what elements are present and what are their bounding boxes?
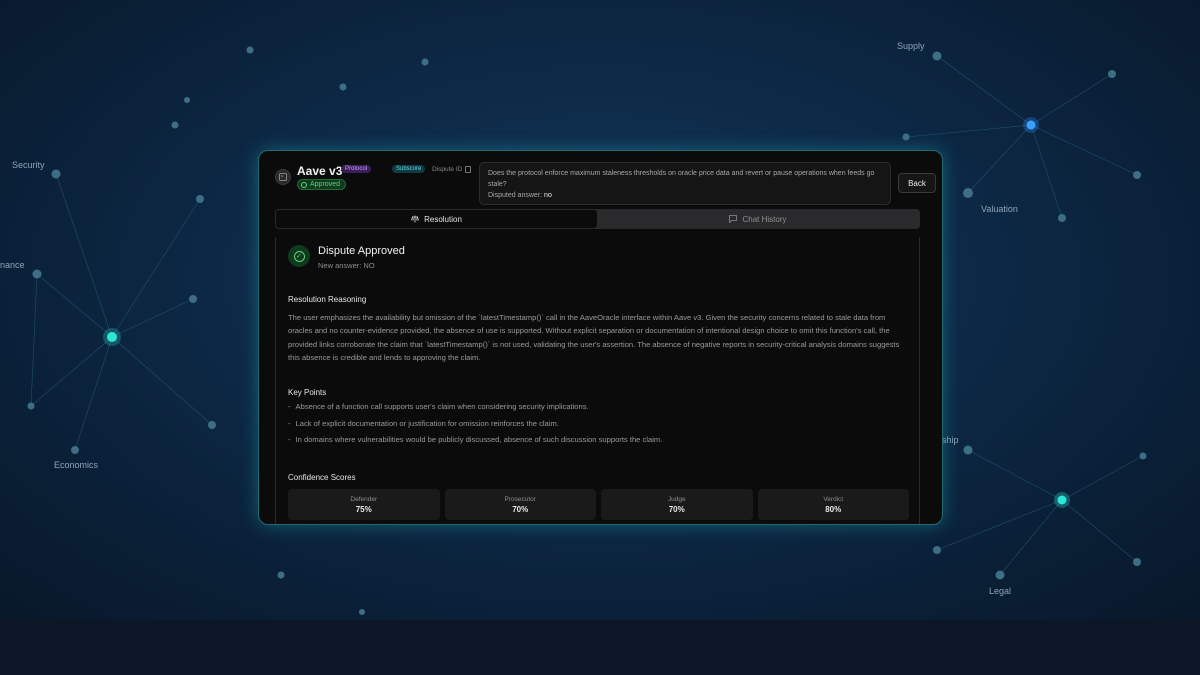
score-verdict: Verdict 80%	[757, 489, 909, 520]
bottom-bar	[0, 620, 1200, 675]
key-points-list: - Absence of a function call supports use…	[288, 402, 908, 452]
score-label: Prosecutor	[504, 495, 536, 503]
question-box: Does the protocol enforce maximum stalen…	[479, 162, 891, 205]
dispute-id-label: Dispute ID	[432, 166, 463, 173]
list-item: - Lack of explicit documentation or justi…	[288, 419, 908, 436]
node-label-valuation: Valuation	[981, 204, 1018, 214]
chat-icon	[729, 215, 738, 223]
resolution-title: Dispute Approved	[318, 245, 405, 257]
node-label-economics: Economics	[54, 460, 99, 470]
copy-icon[interactable]	[465, 166, 471, 173]
score-label: Verdict	[823, 495, 844, 503]
tab-bar: Resolution Chat History	[275, 209, 920, 229]
key-point-text: Absence of a function call supports user…	[295, 402, 589, 411]
back-button[interactable]: Back	[898, 173, 936, 193]
key-points-heading: Key Points	[288, 388, 327, 397]
confidence-scores: Defender 75% Prosecutor 70% Judge 70% Ve…	[288, 489, 909, 520]
disputed-answer-value: no	[544, 192, 552, 199]
confidence-heading: Confidence Scores	[288, 473, 356, 482]
score-prosecutor: Prosecutor 70%	[444, 489, 596, 520]
reasoning-heading: Resolution Reasoning	[288, 295, 367, 304]
new-answer: New answer: NO	[318, 261, 375, 270]
score-value: 70%	[668, 504, 685, 514]
node-label-partnership: ship	[942, 435, 959, 445]
tab-resolution-label: Resolution	[424, 214, 462, 224]
key-point-text: In domains where vulnerabilities would b…	[295, 435, 663, 444]
tab-chat-history[interactable]: Chat History	[597, 210, 919, 228]
score-judge: Judge 70%	[601, 489, 753, 520]
disputed-answer: Disputed answer: no	[488, 190, 882, 201]
score-value: 80%	[825, 504, 842, 514]
key-point-text: Lack of explicit documentation or justif…	[295, 418, 559, 428]
project-title: Aave v3	[297, 164, 343, 178]
list-item: - In domains where vulnerabilities would …	[288, 435, 908, 452]
protocol-badge: Protocol	[341, 165, 372, 173]
approved-icon: ✓	[288, 245, 310, 267]
tab-chat-history-label: Chat History	[742, 214, 787, 224]
score-value: 70%	[512, 504, 529, 514]
scale-icon	[411, 215, 420, 223]
score-label: Defender	[350, 495, 378, 503]
score-label: Judge	[667, 495, 686, 503]
tab-resolution[interactable]: Resolution	[276, 210, 597, 228]
node-label-legal: Legal	[989, 586, 1012, 596]
list-item: - Absence of a function call supports use…	[288, 402, 908, 419]
status-badge-label: Approved	[310, 181, 340, 188]
node-label-governance: nance	[0, 260, 25, 270]
disputed-answer-label: Disputed answer:	[488, 192, 543, 199]
project-icon	[275, 169, 291, 185]
dispute-modal: Aave v3 Protocol Subscore Dispute ID App…	[258, 150, 943, 525]
score-defender: Defender 75%	[288, 489, 440, 520]
modal-header: Aave v3 Protocol Subscore Dispute ID App…	[275, 157, 936, 205]
score-value: 75%	[355, 504, 372, 514]
resolution-panel: ✓ Dispute Approved New answer: NO Resolu…	[275, 237, 920, 524]
node-label-security: Security	[12, 160, 45, 170]
status-badge: Approved	[297, 179, 346, 190]
node-label-supply: Supply	[897, 41, 925, 51]
question-text: Does the protocol enforce maximum stalen…	[488, 170, 875, 188]
reasoning-text: The user emphasizes the availability but…	[288, 313, 900, 363]
subscore-badge: Subscore	[392, 165, 426, 173]
check-circle-icon	[301, 181, 307, 188]
